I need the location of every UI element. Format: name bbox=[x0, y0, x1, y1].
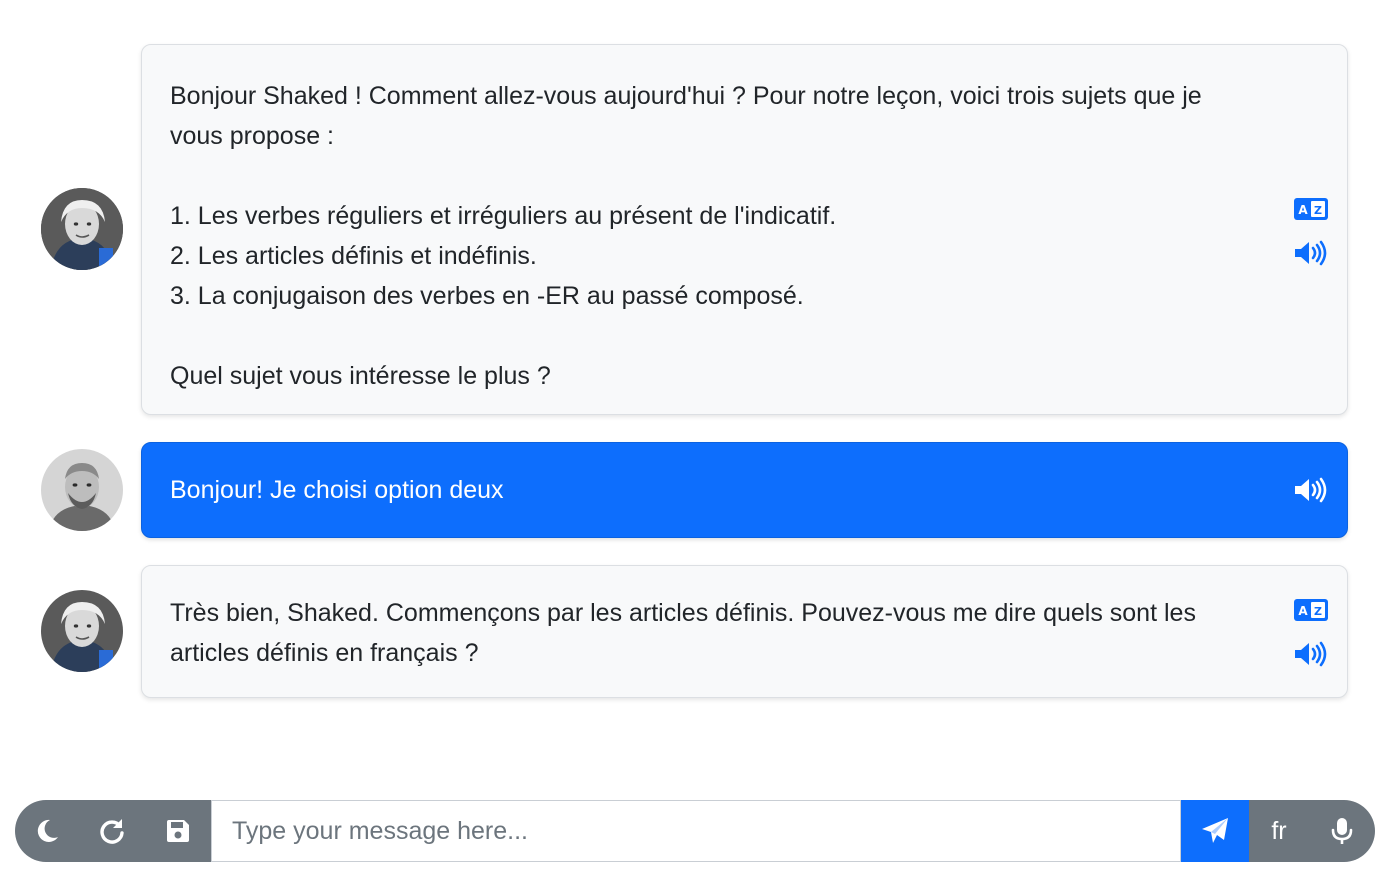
send-button[interactable] bbox=[1181, 800, 1249, 862]
tutor-avatar bbox=[41, 188, 123, 270]
message-actions: A Z bbox=[1293, 195, 1329, 267]
message-text: Bonjour Shaked ! Comment allez-vous aujo… bbox=[170, 76, 1237, 396]
speaker-icon bbox=[1295, 477, 1327, 503]
message-line: Bonjour! Je choisi option deux bbox=[170, 476, 504, 504]
user-message: Bonjour! Je choisi option deux bbox=[141, 442, 1348, 538]
message-line: articles définis en français ? bbox=[170, 639, 479, 667]
message-actions bbox=[1293, 476, 1329, 504]
send-icon bbox=[1202, 818, 1228, 843]
speaker-icon bbox=[1295, 240, 1327, 266]
moon-icon bbox=[37, 819, 58, 842]
svg-text:A: A bbox=[1298, 604, 1308, 618]
message-input-bar: fr bbox=[15, 800, 1375, 862]
svg-text:A: A bbox=[1298, 203, 1308, 217]
message-line: vous propose : bbox=[170, 122, 334, 150]
message-line: 1. Les verbes réguliers et irréguliers a… bbox=[170, 202, 837, 230]
speak-button[interactable] bbox=[1293, 476, 1329, 504]
dark-mode-button[interactable] bbox=[15, 800, 79, 862]
message-text: Très bien, Shaked. Commençons par les ar… bbox=[170, 593, 1237, 673]
svg-text:Z: Z bbox=[1314, 204, 1322, 217]
message-line: Bonjour Shaked ! Comment allez-vous aujo… bbox=[170, 82, 1202, 110]
tutor-avatar bbox=[41, 590, 123, 672]
chat-page: Bonjour Shaked ! Comment allez-vous aujo… bbox=[0, 0, 1400, 874]
refresh-icon bbox=[100, 819, 124, 844]
speaker-icon bbox=[1295, 641, 1327, 667]
save-button[interactable] bbox=[145, 800, 211, 862]
translate-button[interactable]: A Z bbox=[1293, 195, 1329, 223]
message-input[interactable] bbox=[211, 800, 1181, 862]
message-actions: A Z bbox=[1293, 596, 1329, 668]
translate-icon: A Z bbox=[1294, 198, 1328, 220]
tutor-message-2: Très bien, Shaked. Commençons par les ar… bbox=[141, 565, 1348, 698]
language-selector[interactable]: fr bbox=[1249, 800, 1309, 862]
speak-button[interactable] bbox=[1293, 640, 1329, 668]
message-line bbox=[170, 156, 1237, 196]
translate-button[interactable]: A Z bbox=[1293, 596, 1329, 624]
speak-button[interactable] bbox=[1293, 239, 1329, 267]
microphone-icon bbox=[1331, 818, 1353, 844]
message-line: Quel sujet vous intéresse le plus ? bbox=[170, 362, 551, 390]
tutor-message-1: Bonjour Shaked ! Comment allez-vous aujo… bbox=[141, 44, 1348, 415]
translate-icon: A Z bbox=[1294, 599, 1328, 621]
svg-text:Z: Z bbox=[1314, 605, 1322, 618]
message-line: Très bien, Shaked. Commençons par les ar… bbox=[170, 599, 1196, 627]
save-icon bbox=[167, 820, 189, 842]
message-line: 3. La conjugaison des verbes en -ER au p… bbox=[170, 282, 804, 310]
message-text: Bonjour! Je choisi option deux bbox=[170, 470, 1237, 510]
microphone-button[interactable] bbox=[1309, 800, 1375, 862]
user-avatar bbox=[41, 449, 123, 531]
refresh-button[interactable] bbox=[79, 800, 145, 862]
message-line bbox=[170, 316, 1237, 356]
message-line: 2. Les articles définis et indéfinis. bbox=[170, 242, 537, 270]
